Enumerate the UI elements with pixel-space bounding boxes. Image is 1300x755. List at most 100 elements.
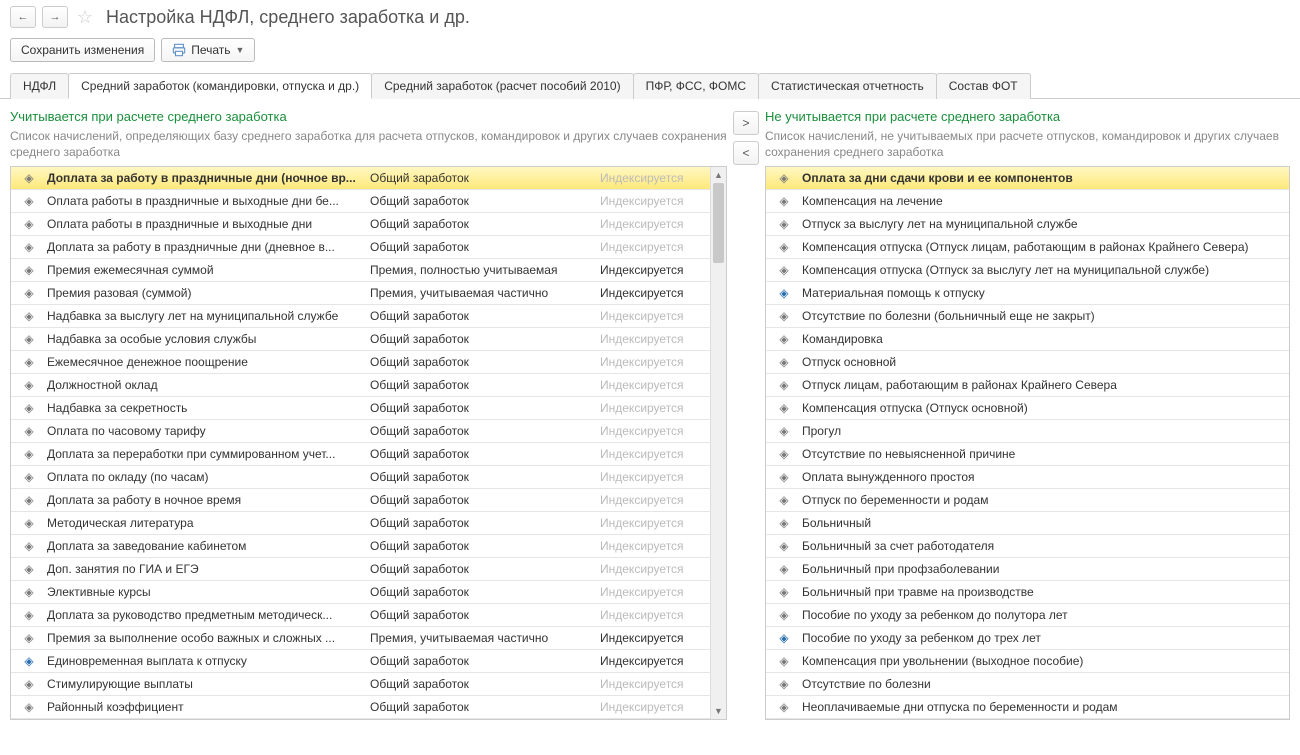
row-icon: ◈ [11,447,47,461]
row-icon: ◈ [11,286,47,300]
table-row[interactable]: ◈Компенсация на лечение [766,190,1289,213]
row-name: Компенсация на лечение [802,194,1289,208]
tab[interactable]: Состав ФОТ [936,73,1031,99]
scroll-up-icon[interactable]: ▲ [711,167,726,183]
table-row[interactable]: ◈Отпуск лицам, работающим в районах Край… [766,374,1289,397]
tab[interactable]: НДФЛ [10,73,69,99]
row-icon: ◈ [766,286,802,300]
table-row[interactable]: ◈Оплата по окладу (по часам)Общий зарабо… [11,466,726,489]
row-icon: ◈ [11,493,47,507]
row-name: Надбавка за выслугу лет на муниципальной… [47,309,370,323]
table-row[interactable]: ◈Премия ежемесячная суммойПремия, полнос… [11,259,726,282]
tab[interactable]: Средний заработок (командировки, отпуска… [68,73,372,99]
table-row[interactable]: ◈Материальная помощь к отпуску [766,282,1289,305]
row-icon: ◈ [766,677,802,691]
table-row[interactable]: ◈Премия за выполнение особо важных и сло… [11,627,726,650]
table-row[interactable]: ◈Доп. занятия по ГИА и ЕГЭОбщий заработо… [11,558,726,581]
row-index: Индексируется [600,355,710,369]
table-row[interactable]: ◈Доплата за работу в праздничные дни (дн… [11,236,726,259]
row-icon: ◈ [11,240,47,254]
left-table[interactable]: ◈Доплата за работу в праздничные дни (но… [10,166,727,720]
table-row[interactable]: ◈Доплата за работу в праздничные дни (но… [11,167,726,190]
table-row[interactable]: ◈Больничный [766,512,1289,535]
tab[interactable]: ПФР, ФСС, ФОМС [633,73,759,99]
table-row[interactable]: ◈Отсутствие по болезни [766,673,1289,696]
table-row[interactable]: ◈Пособие по уходу за ребенком до трех ле… [766,627,1289,650]
row-icon: ◈ [11,631,47,645]
right-table[interactable]: ◈Оплата за дни сдачи крови и ее компонен… [765,166,1290,720]
row-name: Доплата за работу в ночное время [47,493,370,507]
scrollbar[interactable]: ▲ ▼ [710,167,726,719]
table-row[interactable]: ◈Отпуск за выслугу лет на муниципальной … [766,213,1289,236]
table-row[interactable]: ◈Оплата работы в праздничные и выходные … [11,213,726,236]
row-index: Индексируется [600,470,710,484]
table-row[interactable]: ◈Стимулирующие выплатыОбщий заработокИнд… [11,673,726,696]
row-icon: ◈ [11,171,47,185]
table-row[interactable]: ◈Должностной окладОбщий заработокИндекси… [11,374,726,397]
row-type: Общий заработок [370,470,600,484]
row-type: Общий заработок [370,378,600,392]
table-row[interactable]: ◈Компенсация отпуска (Отпуск за выслугу … [766,259,1289,282]
table-row[interactable]: ◈Компенсация при увольнении (выходное по… [766,650,1289,673]
row-name: Пособие по уходу за ребенком до трех лет [802,631,1289,645]
table-row[interactable]: ◈Методическая литератураОбщий заработокИ… [11,512,726,535]
table-row[interactable]: ◈Элективные курсыОбщий заработокИндексир… [11,581,726,604]
scroll-down-icon[interactable]: ▼ [711,703,726,719]
row-type: Общий заработок [370,608,600,622]
table-row[interactable]: ◈Больничный за счет работодателя [766,535,1289,558]
table-row[interactable]: ◈Ежемесячное денежное поощрениеОбщий зар… [11,351,726,374]
save-button[interactable]: Сохранить изменения [10,38,155,62]
move-right-button[interactable]: > [733,111,759,135]
table-row[interactable]: ◈Доплата за руководство предметным метод… [11,604,726,627]
nav-forward-button[interactable]: → [42,6,68,28]
table-row[interactable]: ◈Доплата за заведование кабинетомОбщий з… [11,535,726,558]
table-row[interactable]: ◈Оплата работы в праздничные и выходные … [11,190,726,213]
table-row[interactable]: ◈Оплата за дни сдачи крови и ее компонен… [766,167,1289,190]
row-name: Оплата вынужденного простоя [802,470,1289,484]
table-row[interactable]: ◈Премия разовая (суммой)Премия, учитывае… [11,282,726,305]
row-index: Индексируется [600,378,710,392]
table-row[interactable]: ◈Прогул [766,420,1289,443]
table-row[interactable]: ◈Пособие по уходу за ребенком до полутор… [766,604,1289,627]
table-row[interactable]: ◈Доплата за переработки при суммированно… [11,443,726,466]
row-icon: ◈ [766,240,802,254]
table-row[interactable]: ◈Отпуск основной [766,351,1289,374]
row-icon: ◈ [11,700,47,714]
table-row[interactable]: ◈Надбавка за особые условия службыОбщий … [11,328,726,351]
nav-back-button[interactable]: ← [10,6,36,28]
row-name: Отсутствие по болезни (больничный еще не… [802,309,1289,323]
table-row[interactable]: ◈Оплата вынужденного простоя [766,466,1289,489]
row-icon: ◈ [11,217,47,231]
row-icon: ◈ [766,355,802,369]
table-row[interactable]: ◈Оплата по часовому тарифуОбщий заработо… [11,420,726,443]
table-row[interactable]: ◈Единовременная выплата к отпускуОбщий з… [11,650,726,673]
row-icon: ◈ [11,378,47,392]
table-row[interactable]: ◈Неоплачиваемые дни отпуска по беременно… [766,696,1289,719]
table-row[interactable]: ◈Отпуск по беременности и родам [766,489,1289,512]
table-row[interactable]: ◈Надбавка за выслугу лет на муниципально… [11,305,726,328]
row-name: Премия ежемесячная суммой [47,263,370,277]
scrollbar-thumb[interactable] [713,183,724,263]
row-icon: ◈ [766,470,802,484]
tab[interactable]: Средний заработок (расчет пособий 2010) [371,73,633,99]
row-name: Надбавка за секретность [47,401,370,415]
move-left-button[interactable]: < [733,141,759,165]
favorite-star-icon[interactable]: ☆ [74,6,96,28]
table-row[interactable]: ◈Компенсация отпуска (Отпуск основной) [766,397,1289,420]
print-button[interactable]: Печать ▼ [161,38,255,62]
table-row[interactable]: ◈Компенсация отпуска (Отпуск лицам, рабо… [766,236,1289,259]
row-name: Доплата за руководство предметным методи… [47,608,370,622]
table-row[interactable]: ◈Больничный при профзаболевании [766,558,1289,581]
table-row[interactable]: ◈Надбавка за секретностьОбщий заработокИ… [11,397,726,420]
row-icon: ◈ [766,562,802,576]
table-row[interactable]: ◈Командировка [766,328,1289,351]
row-type: Премия, учитываемая частично [370,286,600,300]
table-row[interactable]: ◈Отсутствие по невыясненной причине [766,443,1289,466]
tab[interactable]: Статистическая отчетность [758,73,937,99]
table-row[interactable]: ◈Доплата за работу в ночное времяОбщий з… [11,489,726,512]
table-row[interactable]: ◈Больничный при травме на производстве [766,581,1289,604]
table-row[interactable]: ◈Районный коэффициентОбщий заработокИнде… [11,696,726,719]
row-index: Индексируется [600,700,710,714]
row-name: Доплата за работу в праздничные дни (ноч… [47,171,370,185]
table-row[interactable]: ◈Отсутствие по болезни (больничный еще н… [766,305,1289,328]
